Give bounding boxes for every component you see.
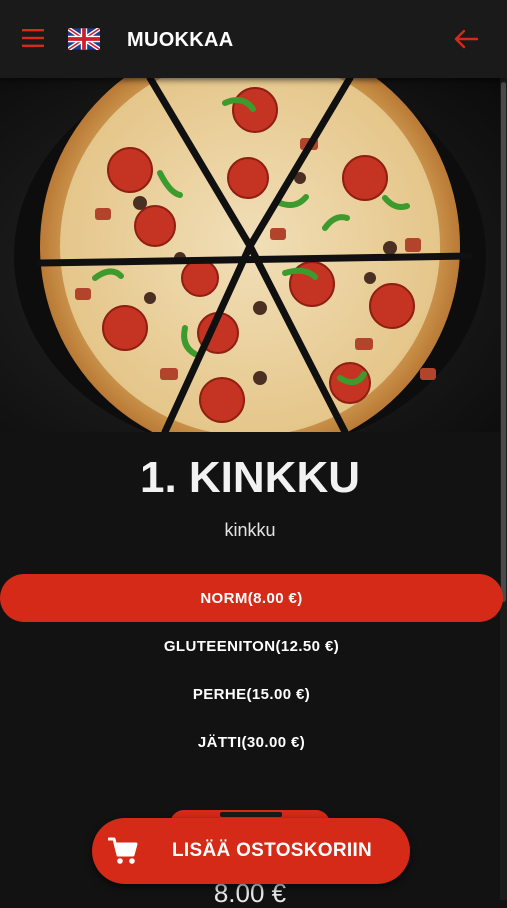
product-description: kinkku (224, 520, 276, 540)
hamburger-menu-icon[interactable] (22, 28, 44, 48)
page-title: MUOKKAA (127, 29, 234, 51)
size-option-jatti[interactable]: JÄTTI(30.00 €) (0, 718, 503, 766)
quantity-tab-handle (220, 812, 282, 817)
product-name: 1. KINKKU (139, 453, 361, 502)
uk-flag-icon[interactable] (68, 28, 100, 50)
shopping-cart-icon (108, 837, 138, 864)
scrollbar-thumb[interactable] (501, 82, 506, 602)
size-option-perhe[interactable]: PERHE(15.00 €) (0, 670, 503, 718)
size-option-norm[interactable]: NORM(8.00 €) (0, 574, 503, 622)
app-header: MUOKKAA (0, 0, 507, 78)
add-to-cart-label: LISÄÄ OSTOSKORIIN (172, 840, 373, 861)
add-to-cart-button[interactable]: LISÄÄ OSTOSKORIIN (92, 818, 410, 884)
pizza-photo (14, 78, 486, 432)
product-image (0, 78, 500, 432)
arrow-left-icon[interactable] (453, 28, 479, 50)
size-option-gluteeniton[interactable]: GLUTEENITON(12.50 €) (0, 622, 503, 670)
